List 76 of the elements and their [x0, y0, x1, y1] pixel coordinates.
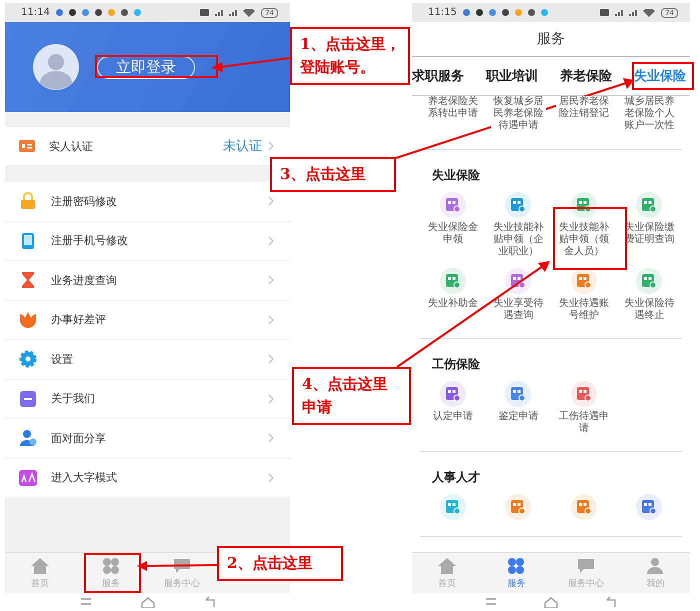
- person-icon: [645, 556, 666, 574]
- tab-bar-item[interactable]: 服务: [486, 553, 546, 593]
- menu-item[interactable]: 业务进度查询: [5, 261, 290, 300]
- menu-label: 注册手机号修改: [51, 233, 128, 248]
- service-item[interactable]: 失业保险金申领: [420, 192, 486, 258]
- service-item[interactable]: 失业保险待遇终止: [616, 268, 682, 322]
- home-icon: [30, 556, 50, 574]
- highlight-frame: [84, 553, 141, 593]
- callout-text: 登陆账号。: [300, 58, 376, 77]
- home-icon[interactable]: [140, 596, 156, 608]
- chevron-icon: [268, 433, 274, 444]
- verification-label: 实人认证: [49, 138, 94, 154]
- menu-label: 关于我们: [51, 391, 95, 406]
- highlight-frame: [632, 62, 694, 90]
- four-circles-icon: [101, 556, 121, 574]
- menu-item[interactable]: 注册手机号修改: [5, 222, 290, 261]
- menu-item[interactable]: 面对面分享: [5, 419, 290, 458]
- wifi-icon: [643, 8, 656, 16]
- section-title: 工伤保险: [431, 356, 481, 373]
- sim-icon: [600, 9, 610, 16]
- service-item[interactable]: 失业享受待遇查询: [486, 268, 551, 322]
- chat-icon: [172, 556, 192, 574]
- chevron-icon: [268, 314, 274, 325]
- home-icon[interactable]: [542, 596, 559, 608]
- menu-icon[interactable]: [484, 597, 498, 607]
- chat-icon: [576, 556, 596, 574]
- callout-text: 4、点击这里: [302, 375, 388, 394]
- login-button[interactable]: 立即登录: [97, 56, 195, 78]
- chevron-icon: [268, 236, 274, 246]
- signal-icon: [629, 9, 638, 16]
- menu-item[interactable]: 关于我们: [5, 380, 290, 419]
- menu-label: 进入大字模式: [51, 470, 117, 486]
- menu-label: 设置: [51, 352, 73, 367]
- service-item[interactable]: 工伤待遇申请: [551, 381, 616, 435]
- chevron-icon: [268, 394, 274, 404]
- signal-icon: [615, 9, 624, 16]
- category-tab[interactable]: 职业培训: [486, 67, 538, 85]
- signal-icon: [215, 9, 224, 16]
- page-title: 服务: [412, 22, 690, 57]
- id-card-icon: [19, 138, 35, 154]
- section-title: 人事人才: [431, 469, 481, 486]
- home-icon: [436, 556, 457, 574]
- sim-icon: [200, 9, 210, 16]
- service-item[interactable]: 鉴定申请: [486, 381, 551, 435]
- avatar-icon: [33, 44, 79, 90]
- chevron-icon: [268, 354, 274, 364]
- menu-label: 办事好差评: [51, 312, 106, 328]
- section-title: 失业保险: [431, 167, 481, 184]
- service-item[interactable]: 认定申请: [420, 381, 486, 435]
- service-item[interactable]: 失业待遇账号维护: [551, 268, 616, 322]
- four-circles-icon: [506, 556, 526, 574]
- status-time: 11:15: [428, 7, 457, 18]
- menu-label: 注册密码修改: [51, 194, 117, 209]
- status-time: 11:14: [21, 7, 50, 18]
- chevron-icon: [268, 196, 274, 206]
- service-item[interactable]: 失业技能补贴申领（领金人员）: [551, 192, 616, 258]
- chevron-icon: [268, 141, 274, 151]
- callout-text: 1、点击这里，: [300, 35, 400, 54]
- verification-row[interactable]: 实人认证 未认证: [5, 127, 290, 165]
- category-tab[interactable]: 失业保险: [634, 67, 686, 85]
- menu-label: 业务进度查询: [51, 272, 117, 288]
- callout-text: 3、点击这里: [280, 165, 366, 184]
- menu-label: 面对面分享: [51, 430, 106, 446]
- service-item[interactable]: 失业补助金: [420, 268, 486, 322]
- chevron-icon: [268, 275, 274, 286]
- chevron-icon: [268, 472, 274, 483]
- menu-icon[interactable]: [78, 597, 92, 607]
- service-item[interactable]: 失业技能补贴申领（企业职业）: [486, 192, 551, 258]
- verification-status: 未认证: [223, 138, 262, 155]
- menu-item[interactable]: 设置: [5, 340, 290, 380]
- wifi-icon: [243, 8, 256, 16]
- callout-text: 2、点击这里: [227, 554, 314, 573]
- menu-item[interactable]: 办事好差评: [5, 300, 290, 340]
- signal-icon: [229, 9, 238, 16]
- category-tab[interactable]: 养老保险: [560, 67, 612, 85]
- callout-text: 申请: [302, 398, 333, 417]
